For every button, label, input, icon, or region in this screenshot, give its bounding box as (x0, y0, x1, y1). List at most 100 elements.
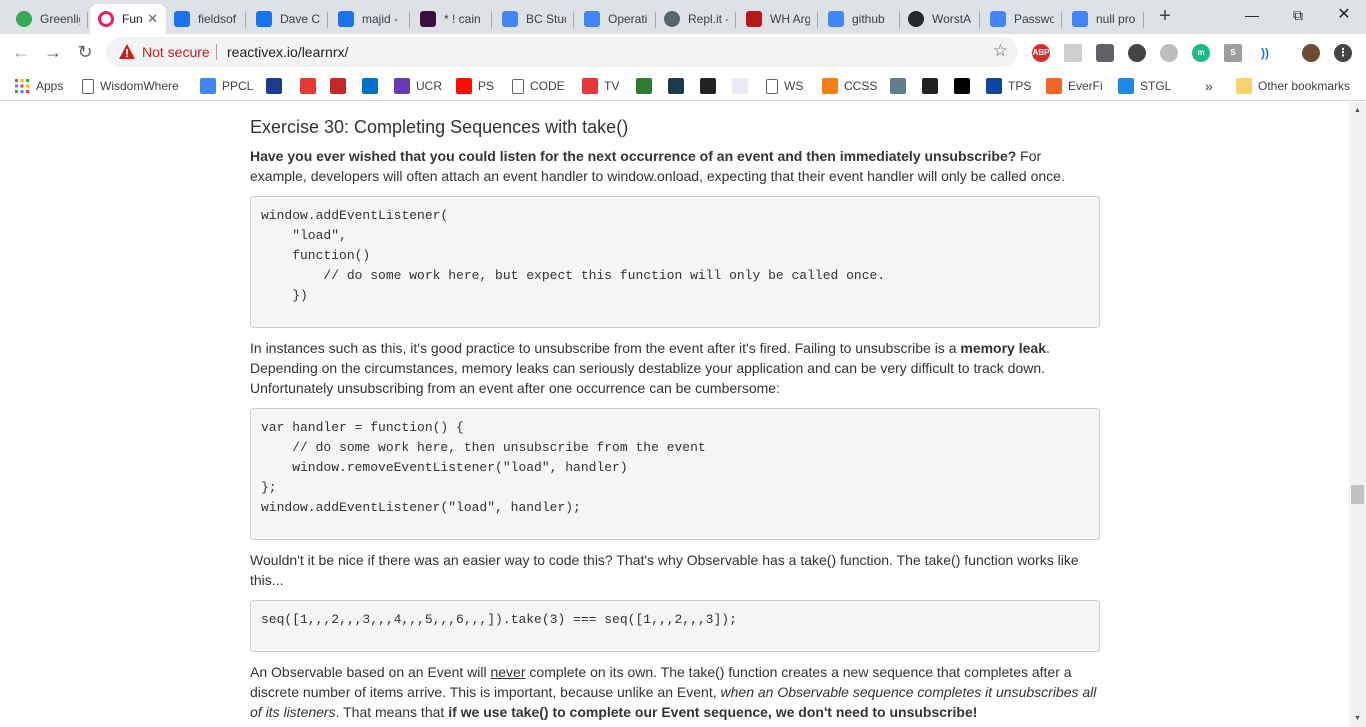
tab-title: Dave C (280, 12, 320, 26)
bookmark-12[interactable] (668, 76, 684, 96)
memory-leak-bold: memory leak (960, 340, 1046, 356)
google-icon (990, 11, 1006, 27)
minimize-button[interactable]: — (1229, 4, 1275, 28)
bookmark-21[interactable]: EverFi (1046, 76, 1103, 96)
bookmark-3[interactable] (266, 76, 282, 96)
bookmark-star-icon[interactable]: ☆ (993, 41, 1008, 61)
bookmark-6[interactable] (362, 76, 378, 96)
drc-icon (732, 78, 748, 94)
page-icon (82, 78, 94, 94)
bookmark-16[interactable]: CCSS (822, 76, 877, 96)
code-block-1[interactable]: window.addEventListener( "load", functio… (250, 196, 1100, 328)
s-extension-icon[interactable]: S (1224, 44, 1242, 62)
scroll-up-arrow-icon[interactable]: ▲ (1349, 102, 1366, 119)
bookmark-4[interactable] (300, 76, 316, 96)
tab-6[interactable]: BC Stud (494, 4, 574, 34)
vertical-scrollbar[interactable]: ▲ ▼ (1349, 102, 1366, 727)
bookmark-5[interactable] (330, 76, 346, 96)
key-extension-icon[interactable] (1096, 44, 1114, 62)
bookmark-label: PS (478, 79, 495, 93)
code-block-2[interactable]: var handler = function() { // do some wo… (250, 408, 1100, 540)
menu-extension-icon[interactable]: ⋮ (1334, 44, 1352, 62)
apps-grid-icon (14, 78, 30, 94)
mote-extension-icon[interactable]: m (1192, 44, 1210, 62)
close-window-button[interactable]: ✕ (1321, 4, 1366, 28)
bookmark-13[interactable] (700, 76, 716, 96)
avatar[interactable] (1302, 44, 1320, 62)
bookmark-label: UCR (416, 79, 442, 93)
tab-separator (1061, 12, 1062, 28)
scroll-down-arrow-icon[interactable]: ▼ (1349, 710, 1366, 727)
tab-title: BC Stud (526, 12, 566, 26)
tab-separator (573, 12, 574, 28)
tab-10[interactable]: github (820, 4, 900, 34)
bookmark-label: CCSS (844, 79, 878, 93)
pdf-extension-icon[interactable] (1064, 44, 1082, 62)
para4-text-c: . That means that (335, 704, 449, 720)
google-icon (828, 11, 844, 27)
bookmark-label: Apps (36, 79, 64, 93)
bookmark-15[interactable]: WS (766, 76, 803, 96)
tab-4[interactable]: majid - (330, 4, 410, 34)
read-aloud-extension-icon[interactable]: )) (1256, 44, 1274, 62)
greenlight-icon (16, 11, 32, 27)
other-bookmarks-label: Other bookmarks (1258, 79, 1351, 93)
drive-extension-icon[interactable] (1160, 44, 1178, 62)
bookmark-19[interactable] (954, 76, 970, 96)
bookmark-2[interactable]: PPCL (200, 76, 253, 96)
back-button[interactable]: ← (8, 40, 34, 66)
url-text[interactable]: reactivex.io/learnrx/ (227, 44, 348, 60)
tab-2[interactable]: fieldsof (166, 4, 246, 34)
tab-separator (327, 12, 328, 28)
tab-separator (245, 12, 246, 28)
other-bookmarks-folder[interactable]: Other bookmarks (1236, 76, 1350, 96)
bookmark-label: PPCL (222, 79, 254, 93)
replit-icon (664, 11, 680, 27)
tab-7[interactable]: Operati (576, 4, 656, 34)
address-bar[interactable]: Not secure reactivex.io/learnrx/ ☆ (106, 37, 1018, 67)
bookmark-14[interactable] (732, 76, 748, 96)
tab-title: fieldsof (198, 12, 237, 26)
close-tab-icon[interactable]: ✕ (143, 11, 158, 27)
bookmarks-bar: Apps WisdomWhere PPCL UCR PS CODE TV WS CCSS TPS E… (0, 71, 1366, 101)
bookmark-0[interactable]: Apps (14, 76, 63, 96)
forward-button[interactable]: → (40, 40, 66, 66)
tab-3[interactable]: Dave C (248, 4, 328, 34)
tab-title: Greenlig (40, 12, 80, 26)
new-tab-button[interactable]: + (1154, 6, 1176, 28)
bookmark-label: CODE (530, 79, 565, 93)
bookmarks-overflow-button[interactable]: » (1205, 76, 1213, 96)
tab-title: Fun (122, 12, 143, 26)
intro-paragraph: Have you ever wished that you could list… (250, 146, 1100, 186)
bookmark-8[interactable]: PS (456, 76, 494, 96)
tab-0[interactable]: Greenlig (8, 4, 88, 34)
code-block-3[interactable]: seq([1,,,2,,,3,,,4,,,5,,,6,,,]).take(3) … (250, 600, 1100, 652)
bookmark-18[interactable] (922, 76, 938, 96)
slack-icon (420, 11, 436, 27)
restore-button[interactable]: ⧉ (1275, 4, 1321, 28)
reload-button[interactable]: ↻ (72, 40, 98, 66)
tab-11[interactable]: WorstA (900, 4, 980, 34)
lens-extension-icon[interactable] (1128, 44, 1146, 62)
tab-12[interactable]: Passwo (982, 4, 1062, 34)
not-secure-label[interactable]: Not secure (142, 44, 210, 60)
tab-13[interactable]: null pro (1064, 4, 1144, 34)
browser-toolbar: ← → ↻ Not secure reactivex.io/learnrx/ ☆… (0, 34, 1366, 71)
bookmark-9[interactable]: CODE (512, 76, 565, 96)
bookmark-1[interactable]: WisdomWhere (82, 76, 179, 96)
tab-8[interactable]: Repl.it - (656, 4, 736, 34)
bookmark-11[interactable] (636, 76, 652, 96)
tab-9[interactable]: WH Arg (738, 4, 818, 34)
bookmark-7[interactable]: UCR (394, 76, 442, 96)
bookmark-10[interactable]: TV (582, 76, 619, 96)
bookmark-20[interactable]: TPS (986, 76, 1031, 96)
tab-1[interactable]: Fun ✕ (90, 4, 166, 34)
omnibox-divider (216, 44, 217, 60)
tab-5[interactable]: * ! cain (412, 4, 492, 34)
memory-leak-paragraph: In instances such as this, it's good pra… (250, 338, 1100, 398)
adblock-extension-icon[interactable]: ABP (1032, 44, 1050, 62)
bookmark-17[interactable] (890, 76, 906, 96)
bookmark-22[interactable]: STGL (1118, 76, 1171, 96)
scroll-thumb[interactable] (1351, 485, 1364, 504)
classroom-icon (174, 11, 190, 27)
